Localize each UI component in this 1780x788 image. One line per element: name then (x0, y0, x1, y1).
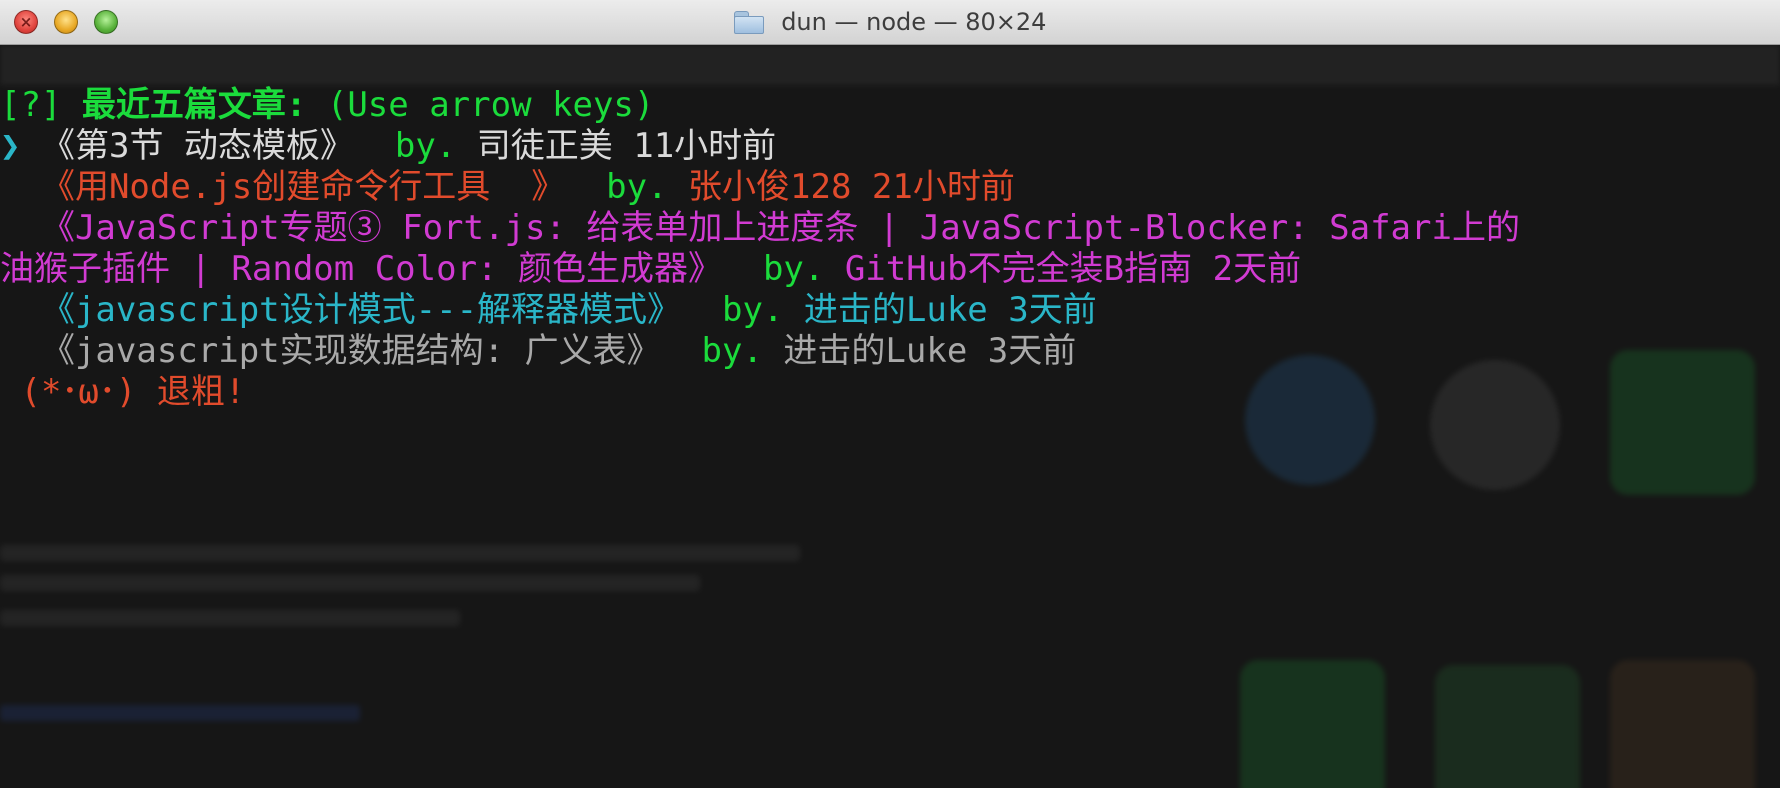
article-time: 21小时前 (851, 167, 1015, 207)
list-item[interactable]: 《JavaScript专题③ Fort.js: 给表单加上进度条 | JavaS… (0, 208, 1780, 249)
article-title: javascript实现数据结构: 广义表 (74, 331, 627, 371)
article-author: 司徒正美 (456, 126, 613, 166)
title-open-bracket: 《 (20, 126, 75, 166)
background-blur-text (0, 545, 800, 561)
background-blur-shape (1435, 665, 1580, 788)
article-time: 3天前 (987, 290, 1097, 330)
article-author: 进击的Luke (783, 290, 988, 330)
background-blur-text (0, 610, 460, 626)
title-close-bracket: 》 (647, 290, 682, 330)
article-author: GitHub不完全装B指南 (824, 249, 1193, 289)
article-author: 张小俊128 (667, 167, 852, 207)
prompt-line: [?] 最近五篇文章: (Use arrow keys) (0, 85, 1780, 126)
list-item[interactable]: 《javascript设计模式---解释器模式》 by. 进击的Luke 3天前 (0, 290, 1780, 331)
list-item-continuation[interactable]: 油猴子插件 | Random Color: 颜色生成器》 by. GitHub不… (0, 249, 1780, 290)
by-label: by. (681, 290, 784, 330)
background-blur-shape (1610, 660, 1755, 788)
prompt-hint: (Use arrow keys) (306, 85, 655, 125)
exit-option-label: (*･ω･) 退粗! (0, 372, 246, 412)
exit-option[interactable]: (*･ω･) 退粗! (0, 372, 1780, 413)
window-title: dun — node — 80×24 (781, 8, 1047, 36)
title-bar[interactable]: × dun — node — 80×24 (0, 0, 1780, 45)
by-label: by. (660, 331, 763, 371)
article-title: 油猴子插件 | Random Color: 颜色生成器 (0, 249, 688, 289)
title-open-bracket: 《 (0, 167, 75, 207)
by-label: by. (353, 126, 457, 166)
background-blur-bar (0, 45, 1780, 85)
selection-pointer-icon: ❯ (0, 126, 21, 166)
title-open-bracket: 《 (0, 331, 75, 371)
article-time: 11小时前 (612, 126, 777, 166)
background-blur-text (0, 705, 360, 721)
list-item[interactable]: ❯ 《第3节 动态模板》 by. 司徒正美 11小时前 (0, 126, 1780, 167)
list-item[interactable]: 《用Node.js创建命令行工具 》 by. 张小俊128 21小时前 (0, 167, 1780, 208)
title-open-bracket: 《 (0, 208, 75, 248)
title-open-bracket: 《 (0, 290, 75, 330)
article-time: 2天前 (1192, 249, 1302, 289)
terminal-window: × dun — node — 80×24 [?] 最近五篇文章: (Use ar… (0, 0, 1780, 788)
prompt-question: 最近五篇文章: (61, 85, 307, 125)
by-label: by. (722, 249, 825, 289)
article-author: 进击的Luke (762, 331, 968, 371)
cli-prompt[interactable]: [?] 最近五篇文章: (Use arrow keys) ❯ 《第3节 动态模板… (0, 85, 1780, 413)
terminal-output[interactable]: [?] 最近五篇文章: (Use arrow keys) ❯ 《第3节 动态模板… (0, 45, 1780, 788)
title-close-bracket: 》 (319, 126, 354, 166)
window-title-area: dun — node — 80×24 (0, 0, 1780, 44)
article-title: JavaScript专题③ Fort.js: 给表单加上进度条 | JavaSc… (74, 208, 1520, 248)
prompt-marker: [?] (0, 85, 62, 125)
background-blur-text (0, 575, 700, 591)
article-time: 3天前 (967, 331, 1077, 371)
article-title: 第3节 动态模板 (74, 126, 320, 166)
article-title: javascript设计模式---解释器模式 (74, 290, 648, 330)
title-close-bracket: 》 (531, 167, 566, 207)
background-blur-shape (1240, 660, 1385, 788)
list-item[interactable]: 《javascript实现数据结构: 广义表》 by. 进击的Luke 3天前 (0, 331, 1780, 372)
title-close-bracket: 》 (626, 331, 661, 371)
title-close-bracket: 》 (688, 249, 722, 289)
folder-icon (733, 11, 764, 34)
by-label: by. (565, 167, 668, 207)
article-title: 用Node.js创建命令行工具 (74, 167, 532, 207)
